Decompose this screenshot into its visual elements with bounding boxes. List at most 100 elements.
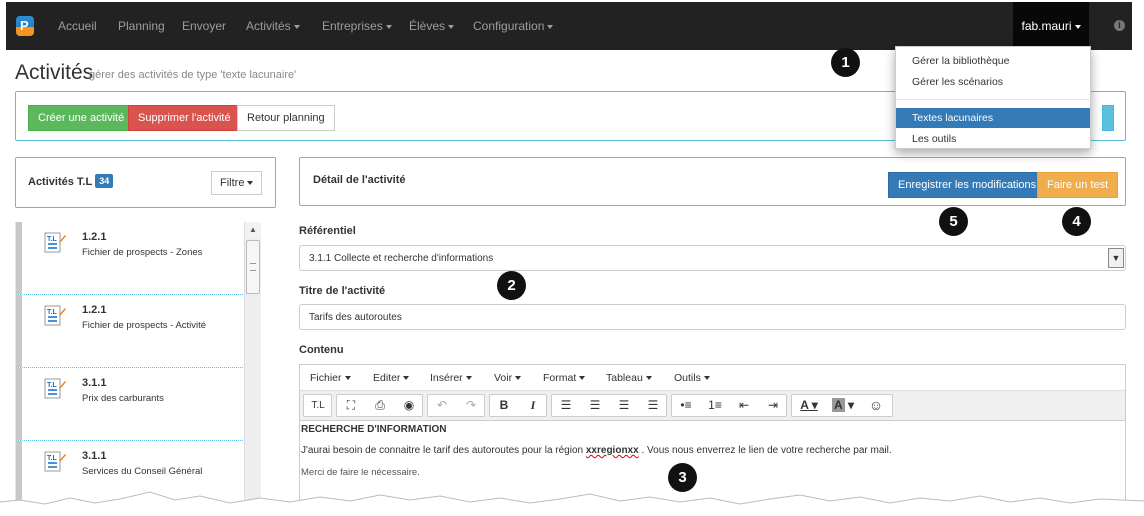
page-title: Activités bbox=[15, 61, 94, 84]
menu-outils[interactable]: Outils bbox=[674, 372, 710, 384]
menu-label: Voir bbox=[494, 372, 513, 384]
dropdown-arrow-icon[interactable]: ▼ bbox=[1108, 248, 1124, 268]
nav-accueil[interactable]: Accueil bbox=[58, 19, 97, 33]
svg-text:T.L: T.L bbox=[47, 382, 57, 389]
menu-item-scenarios[interactable]: Gérer les scénarios bbox=[896, 72, 1090, 92]
detail-panel-header: Détail de l'activité Enregistrer les mod… bbox=[299, 157, 1126, 206]
menu-item-textes-lacunaires[interactable]: Textes lacunaires bbox=[896, 108, 1090, 128]
nav-activites-label: Activités bbox=[246, 19, 291, 33]
indent-icon[interactable]: ⇥ bbox=[759, 395, 787, 416]
content-label: Contenu bbox=[299, 344, 344, 356]
info-icon[interactable]: i bbox=[1114, 20, 1125, 31]
svg-text:T.L: T.L bbox=[47, 455, 57, 462]
menu-item-outils[interactable]: Les outils bbox=[896, 129, 1090, 149]
create-activity-button[interactable]: Créer une activité bbox=[28, 105, 135, 131]
menu-item-bibliotheque[interactable]: Gérer la bibliothèque bbox=[896, 51, 1090, 71]
outdent-icon[interactable]: ⇤ bbox=[730, 395, 758, 416]
tb-group-style: B I bbox=[489, 394, 547, 417]
back-planning-button[interactable]: Retour planning bbox=[237, 105, 335, 131]
app-logo[interactable]: P bbox=[16, 16, 34, 36]
user-menu-button[interactable]: fab.mauri bbox=[1013, 2, 1089, 50]
filter-button[interactable]: Filtre bbox=[211, 171, 263, 195]
callout-1: 1 bbox=[831, 48, 860, 77]
chevron-down-icon bbox=[448, 24, 455, 29]
chevron-down-icon bbox=[247, 181, 254, 186]
tb-group-lists: •≡ 1≡ ⇤ ⇥ bbox=[671, 394, 787, 417]
menu-fichier[interactable]: Fichier bbox=[310, 372, 351, 384]
nav-configuration-label: Configuration bbox=[473, 19, 545, 33]
menu-inserer[interactable]: Insérer bbox=[430, 372, 472, 384]
undo-icon[interactable]: ↶ bbox=[428, 395, 456, 416]
logo-letter: P bbox=[20, 18, 29, 33]
user-name: fab.mauri bbox=[1021, 19, 1072, 33]
nav-eleves[interactable]: Élèves bbox=[409, 19, 455, 33]
menu-voir[interactable]: Voir bbox=[494, 372, 522, 384]
panel-title-text: Activités T.L bbox=[28, 176, 93, 188]
fullscreen-icon[interactable]: ⛶ bbox=[337, 395, 365, 416]
referentiel-select[interactable]: 3.1.1 Collecte et recherche d'informatio… bbox=[299, 245, 1126, 271]
menu-editer[interactable]: Editer bbox=[373, 372, 410, 384]
text-color-icon[interactable]: A ▾ bbox=[792, 395, 826, 416]
hidden-info-button[interactable] bbox=[1102, 105, 1114, 131]
numbered-list-icon[interactable]: 1≡ bbox=[701, 395, 729, 416]
list-scrollbar[interactable]: ▲ bbox=[244, 222, 261, 516]
tl-button[interactable]: T.L bbox=[304, 395, 332, 416]
menu-tableau[interactable]: Tableau bbox=[606, 372, 652, 384]
tl-document-icon: T.L bbox=[44, 451, 66, 472]
redo-icon[interactable]: ↷ bbox=[457, 395, 485, 416]
menu-label: Editer bbox=[373, 372, 401, 384]
chevron-down-icon bbox=[293, 24, 300, 29]
menu-label: Insérer bbox=[430, 372, 463, 384]
top-navbar: P Accueil Planning Envoyer Activités Ent… bbox=[6, 2, 1132, 50]
delete-activity-button[interactable]: Supprimer l'activité bbox=[128, 105, 241, 131]
scroll-up-icon[interactable]: ▲ bbox=[245, 222, 261, 238]
background-color-icon[interactable]: A ▾ bbox=[826, 395, 860, 416]
nav-envoyer[interactable]: Envoyer bbox=[182, 19, 226, 33]
align-right-icon[interactable]: ☰ bbox=[610, 395, 638, 416]
run-test-button[interactable]: Faire un test bbox=[1037, 172, 1119, 198]
preview-icon[interactable]: ◉ bbox=[395, 395, 423, 416]
align-justify-icon[interactable]: ☰ bbox=[639, 395, 667, 416]
menu-format[interactable]: Format bbox=[543, 372, 586, 384]
print-icon[interactable]: ⎙ bbox=[366, 395, 394, 416]
list-item[interactable]: T.L 3.1.1 Prix des carburants bbox=[16, 368, 261, 441]
detail-title: Détail de l'activité bbox=[313, 174, 406, 186]
activity-title-input[interactable]: Tarifs des autoroutes bbox=[299, 304, 1126, 330]
editor-content[interactable]: RECHERCHE D'INFORMATION J'aurai besoin d… bbox=[300, 422, 892, 478]
chevron-down-icon bbox=[645, 376, 652, 381]
content-line-2: Merci de faire le nécessaire. bbox=[301, 467, 420, 478]
align-left-icon[interactable]: ☰ bbox=[552, 395, 580, 416]
svg-text:T.L: T.L bbox=[47, 236, 57, 243]
align-center-icon[interactable]: ☰ bbox=[581, 395, 609, 416]
activities-list[interactable]: T.L 1.2.1 Fichier de prospects - Zones T… bbox=[15, 222, 261, 516]
list-item[interactable]: T.L 1.2.1 Fichier de prospects - Zones bbox=[16, 222, 261, 295]
menu-label: Tableau bbox=[606, 372, 643, 384]
nav-eleves-label: Élèves bbox=[409, 19, 446, 33]
activities-panel-title: Activités T.L 34 bbox=[28, 174, 114, 188]
scroll-thumb[interactable] bbox=[246, 240, 260, 294]
callout-5: 5 bbox=[939, 207, 968, 236]
nav-entreprises[interactable]: Entreprises bbox=[322, 19, 392, 33]
tl-document-icon: T.L bbox=[44, 305, 66, 326]
nav-activites[interactable]: Activités bbox=[246, 19, 300, 33]
referentiel-value: 3.1.1 Collecte et recherche d'informatio… bbox=[309, 253, 494, 264]
torn-edge-decoration bbox=[0, 491, 1144, 516]
tb-group-tl: T.L bbox=[303, 394, 332, 417]
item-code: 3.1.1 bbox=[82, 377, 107, 389]
tb-group-history: ↶ ↷ bbox=[427, 394, 485, 417]
nav-configuration[interactable]: Configuration bbox=[473, 19, 554, 33]
activity-title-value: Tarifs des autoroutes bbox=[309, 312, 402, 323]
chevron-down-icon bbox=[703, 376, 710, 381]
save-changes-button[interactable]: Enregistrer les modifications bbox=[888, 172, 1047, 198]
activity-title-label: Titre de l'activité bbox=[299, 285, 386, 297]
italic-icon[interactable]: I bbox=[519, 395, 547, 416]
bold-icon[interactable]: B bbox=[490, 395, 518, 416]
bullet-list-icon[interactable]: •≡ bbox=[672, 395, 700, 416]
editor-toolbar: T.L ⛶ ⎙ ◉ ↶ ↷ B I ☰ ☰ ☰ ☰ •≡ 1≡ ⇤ ⇥ A ▾ … bbox=[300, 391, 1125, 421]
user-dropdown-menu: Gérer la bibliothèque Gérer les scénario… bbox=[895, 46, 1091, 149]
svg-text:T.L: T.L bbox=[47, 309, 57, 316]
emoticon-icon[interactable]: ☺ bbox=[862, 395, 890, 416]
content-line-1: J'aurai besoin de connaitre le tarif des… bbox=[301, 445, 892, 456]
nav-planning[interactable]: Planning bbox=[118, 19, 165, 33]
list-item[interactable]: T.L 1.2.1 Fichier de prospects - Activit… bbox=[16, 295, 261, 368]
